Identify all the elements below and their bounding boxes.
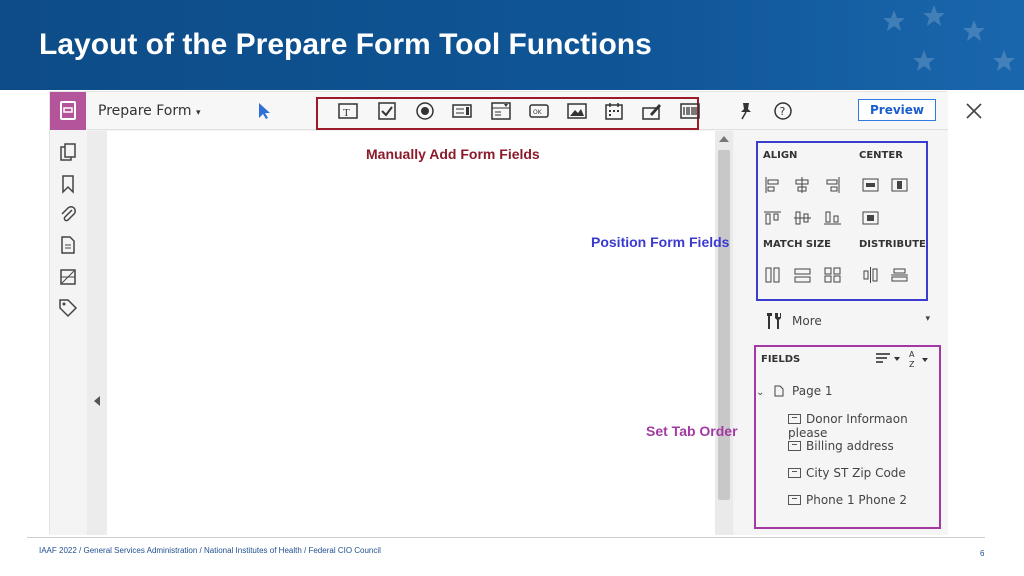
position-fields-callout: Position Form Fields (591, 234, 730, 250)
center-heading: CENTER (859, 150, 903, 161)
match-height-icon[interactable] (764, 267, 781, 283)
align-center-h-icon[interactable] (794, 177, 811, 193)
match-both-icon[interactable] (824, 267, 841, 283)
list-box-icon[interactable] (452, 102, 472, 120)
field-item[interactable]: Billing address (788, 439, 894, 453)
field-item[interactable]: City ST Zip Code (788, 466, 906, 480)
distribute-horizontal-icon[interactable] (862, 267, 879, 283)
footer-text: IAAF 2022 / General Services Administrat… (39, 546, 381, 555)
field-item[interactable]: Donor Informaon please (788, 412, 946, 440)
text-field-icon (788, 414, 801, 424)
scrollbar-thumb[interactable] (718, 150, 730, 500)
slide: Layout of the Prepare Form Tool Function… (0, 0, 1024, 576)
align-heading: ALIGN (763, 150, 798, 161)
match-size-heading: MATCH SIZE (763, 239, 831, 250)
center-horizontal-icon[interactable] (862, 177, 879, 193)
center-both-icon[interactable] (862, 210, 879, 226)
close-icon[interactable] (964, 102, 984, 120)
footer-divider (27, 537, 985, 538)
more-menu[interactable]: More ▾ (760, 309, 936, 333)
alphabetical-sort-icon[interactable]: A Z (908, 349, 930, 369)
chevron-down-icon: ▾ (195, 108, 201, 118)
prepare-form-tool-icon[interactable] (50, 92, 86, 130)
align-top-icon[interactable] (764, 210, 781, 226)
stars-decoration (883, 5, 1015, 71)
page-number: 6 (980, 549, 985, 558)
distribute-heading: DISTRIBUTE (859, 239, 926, 250)
date-icon[interactable] (605, 102, 625, 120)
svg-text:T: T (343, 107, 350, 119)
left-sidebar (50, 92, 86, 535)
slide-title: Layout of the Prepare Form Tool Function… (39, 28, 652, 61)
sort-icon[interactable] (875, 352, 901, 366)
chevron-down-icon: ▾ (925, 313, 930, 323)
field-label: Phone 1 Phone 2 (806, 493, 908, 507)
left-collapse-gutter[interactable] (87, 131, 107, 535)
fields-heading: FIELDS (761, 354, 801, 365)
tag-icon[interactable] (58, 298, 78, 318)
signature-icon[interactable] (642, 102, 662, 120)
image-icon[interactable] (567, 102, 587, 120)
pages-icon[interactable] (58, 142, 78, 162)
pin-icon[interactable] (736, 102, 756, 120)
center-vertical-icon[interactable] (891, 177, 908, 193)
align-right-icon[interactable] (824, 177, 841, 193)
barcode-icon[interactable] (680, 102, 700, 120)
match-width-icon[interactable] (794, 267, 811, 283)
chevron-down-icon: ⌄ (756, 387, 765, 398)
field-label: Billing address (806, 439, 894, 453)
checkbox-icon[interactable] (377, 102, 397, 120)
align-bottom-icon[interactable] (824, 210, 841, 226)
tab-order-callout: Set Tab Order (646, 423, 738, 439)
field-label: Donor Informaon please (788, 412, 908, 440)
svg-text:?: ? (780, 105, 786, 118)
arrow-left-icon[interactable] (93, 396, 101, 406)
title-banner: Layout of the Prepare Form Tool Function… (0, 0, 1024, 90)
prepare-form-menu[interactable]: Prepare Form ▾ (98, 103, 201, 119)
distribute-vertical-icon[interactable] (891, 267, 908, 283)
page-icon (774, 385, 784, 397)
align-center-v-icon[interactable] (794, 210, 811, 226)
prepare-form-label: Prepare Form (98, 103, 192, 119)
page-label: Page 1 (792, 384, 833, 398)
document-canvas[interactable] (107, 131, 715, 535)
tools-icon (767, 313, 781, 329)
svg-text:OK: OK (533, 109, 543, 116)
svg-text:Z: Z (909, 360, 915, 369)
scroll-up-icon[interactable] (719, 136, 729, 142)
pointer-icon[interactable] (255, 102, 275, 120)
align-left-icon[interactable] (764, 177, 781, 193)
more-label: More (792, 314, 822, 328)
button-icon[interactable]: OK (529, 102, 549, 120)
help-icon[interactable]: ? (773, 102, 793, 120)
preview-button[interactable]: Preview (858, 99, 936, 121)
svg-text:A: A (909, 350, 915, 359)
field-item[interactable]: Phone 1 Phone 2 (788, 493, 907, 507)
text-field-icon (788, 468, 801, 478)
field-label: City ST Zip Code (806, 466, 906, 480)
compare-icon[interactable] (58, 267, 78, 287)
text-field-icon (788, 441, 801, 451)
bookmark-icon[interactable] (58, 174, 78, 194)
document-icon[interactable] (58, 235, 78, 255)
page-node[interactable]: ⌄ Page 1 (756, 384, 833, 398)
manual-fields-callout: Manually Add Form Fields (366, 146, 540, 162)
text-field-icon (788, 495, 801, 505)
radio-icon[interactable] (415, 102, 435, 120)
toolbar: Prepare Form ▾ T OK ? Preview (87, 92, 982, 130)
attachment-icon[interactable] (58, 204, 78, 224)
dropdown-icon[interactable] (491, 102, 511, 120)
text-field-icon[interactable]: T (338, 102, 358, 120)
